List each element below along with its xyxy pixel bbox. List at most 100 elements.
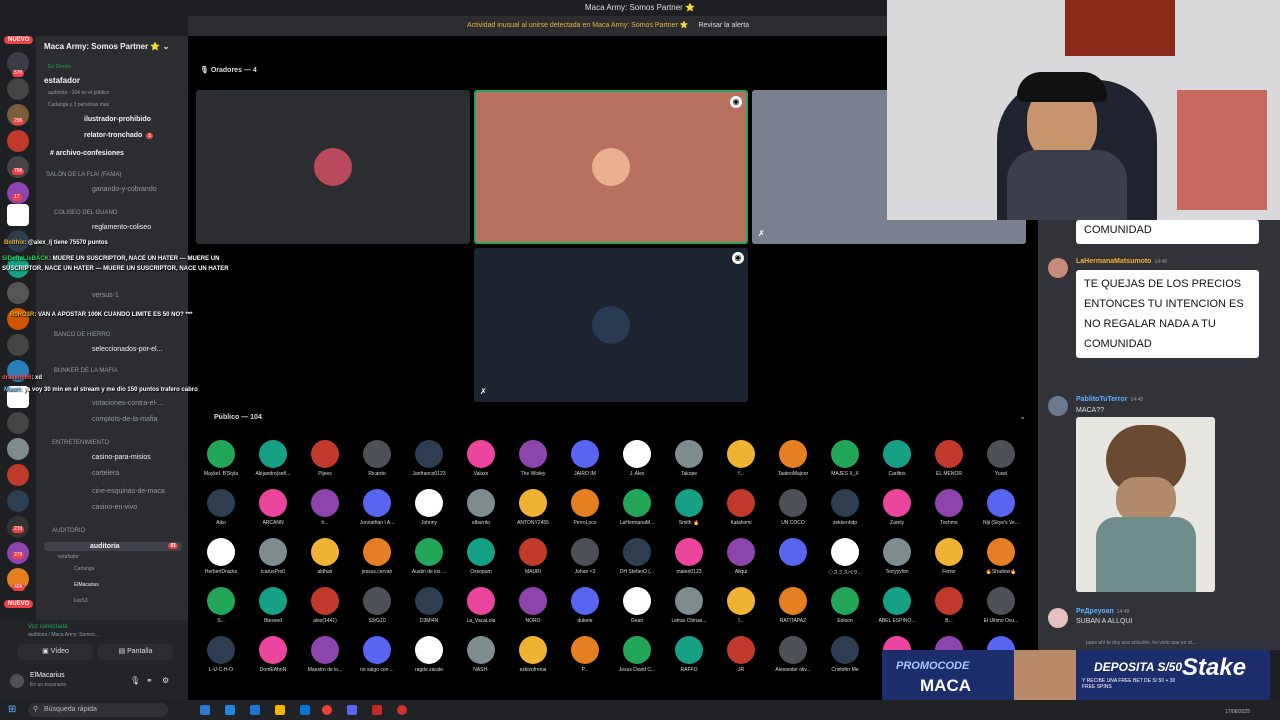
audience-member[interactable]: elburrito <box>455 489 507 526</box>
audience-member[interactable]: La_VacaLoia <box>455 587 507 624</box>
server-icon[interactable] <box>7 464 29 486</box>
channel-casino[interactable]: casino-para-misios <box>92 454 151 461</box>
audience-member[interactable]: Ferrer <box>923 538 975 575</box>
chat-username[interactable]: LaHermanaMatsumoto 14:48 <box>1076 258 1167 265</box>
audience-member[interactable]: Katahomi <box>715 489 767 526</box>
audience-member[interactable] <box>767 538 819 576</box>
audience-member[interactable]: mateo0123 <box>663 538 715 575</box>
audience-member[interactable]: Alejandro(señ... <box>247 440 299 477</box>
server-icon[interactable] <box>7 130 29 152</box>
audience-member[interactable]: Jesus David C... <box>611 636 663 673</box>
avatar[interactable] <box>10 674 24 688</box>
audience-member[interactable]: Terryyyhm <box>871 538 923 575</box>
audience-member[interactable]: RAFFO <box>663 636 715 673</box>
outlook-icon[interactable] <box>300 705 310 715</box>
audience-member[interactable]: ARCANN <box>247 489 299 526</box>
server-icon[interactable] <box>7 78 29 100</box>
audience-member[interactable]: Takope <box>663 440 715 477</box>
channel-cartelera[interactable]: cartelera <box>92 470 119 477</box>
audience-member[interactable]: Pijees <box>299 440 351 477</box>
category-auditorio[interactable]: AUDITORIO <box>52 528 85 534</box>
audience-member[interactable]: Carlitos <box>871 440 923 477</box>
avatar[interactable] <box>1048 258 1068 278</box>
audience-member[interactable]: DH StefanO (... <box>611 538 663 575</box>
chrome-icon[interactable] <box>322 705 332 715</box>
audience-member[interactable]: I... <box>715 587 767 624</box>
folder-icon[interactable] <box>275 705 285 715</box>
channel-votaciones[interactable]: votaciones-contra-el-... <box>92 400 163 407</box>
channel-auditoria[interactable]: auditoria 81 <box>44 542 182 551</box>
channel-complots[interactable]: complots-de-la-mafia <box>92 416 157 423</box>
audience-member[interactable]: ragde zarate <box>403 636 455 673</box>
audience-member[interactable]: alex(1441) <box>299 587 351 624</box>
voice-member[interactable]: ElMacarius <box>74 582 99 588</box>
audience-member[interactable]: Jonnathan I A... <box>351 489 403 526</box>
audience-member[interactable]: NASH- <box>455 636 507 673</box>
app-icon[interactable] <box>372 705 382 715</box>
audience-member[interactable]: PerroLoco <box>559 489 611 526</box>
audience-member[interactable]: J. Alex <box>611 440 663 477</box>
audience-member[interactable]: JAIRO IM <box>559 440 611 477</box>
audience-member[interactable]: S... <box>195 587 247 624</box>
search-input[interactable]: ⚲ Búsqueda rápida <box>28 703 168 717</box>
channel-casino-vivo[interactable]: casino-en-vivo <box>92 504 137 511</box>
voice-member[interactable]: Carlanga <box>74 566 94 572</box>
audience-member[interactable]: no salgo con ... <box>351 636 403 673</box>
audience-member[interactable]: Austin de los ... <box>403 538 455 575</box>
chat-image[interactable] <box>1076 417 1215 592</box>
audience-member[interactable]: ◇スミスペラ... <box>819 538 871 576</box>
audience-member[interactable]: LaHermanaM... <box>611 489 663 526</box>
audience-member[interactable]: dukete <box>559 587 611 624</box>
audience-member[interactable]: MAJES X_X <box>819 440 871 477</box>
audience-member[interactable]: DomEAhnN <box>247 636 299 673</box>
channel-ganando[interactable]: ganando-y-cobrando <box>92 186 157 193</box>
audience-member[interactable]: S3rG10 <box>351 587 403 624</box>
audience-member[interactable]: D3MI4N <box>403 587 455 624</box>
video-button[interactable]: ▣ Vídeo <box>18 644 93 660</box>
audience-member[interactable]: 🔥Shadow🔥 <box>975 538 1027 575</box>
audience-member[interactable]: P... <box>559 636 611 673</box>
edge-icon[interactable] <box>225 705 235 715</box>
audience-member[interactable]: Ricardo <box>351 440 403 477</box>
audience-member[interactable]: MAURI <box>507 538 559 575</box>
app-icon[interactable] <box>200 705 210 715</box>
server-icon[interactable] <box>7 490 29 512</box>
audience-member[interactable]: The Wisley <box>507 440 559 477</box>
chevron-down-icon[interactable]: ⌄ <box>1019 412 1026 421</box>
server-icon[interactable] <box>7 412 29 434</box>
audience-member[interactable]: f... <box>715 440 767 477</box>
audience-member[interactable]: L-U-C-H-O <box>195 636 247 673</box>
gear-icon[interactable]: ⚙ <box>162 676 169 685</box>
channel-cine[interactable]: cine-esquinas-de-maca <box>92 488 165 495</box>
audience-member[interactable]: Valuxx <box>455 440 507 477</box>
channel-versus[interactable]: versus-1 <box>92 292 119 299</box>
audience-member[interactable]: zekkenhdp <box>819 489 871 526</box>
audience-member[interactable]: HerbertDracks <box>195 538 247 575</box>
audience-member[interactable]: JR <box>715 636 767 673</box>
audience-member[interactable]: Ossopum <box>455 538 507 575</box>
audience-member[interactable]: Cristofer Me <box>819 636 871 673</box>
channel-seleccionados[interactable]: seleccionados-por-el... <box>92 346 162 353</box>
voice-member[interactable]: luisS3 <box>74 598 88 604</box>
audience-member[interactable]: UN COCO <box>767 489 819 526</box>
audience-member[interactable]: Blessed <box>247 587 299 624</box>
betway-server-icon[interactable] <box>7 204 29 226</box>
audience-member[interactable]: Niji (Skye's Ve... <box>975 489 1027 526</box>
audience-member[interactable]: ANTONY2455 <box>507 489 559 526</box>
audience-member[interactable]: Yusel <box>975 440 1027 477</box>
audience-member[interactable]: aldhair <box>299 538 351 575</box>
headphones-icon[interactable]: ⚭ <box>146 676 153 685</box>
channel-relator[interactable]: relator-tronchado 1 <box>84 132 154 139</box>
avatar[interactable] <box>1048 396 1068 416</box>
audience-member[interactable]: Tochme <box>923 489 975 526</box>
audience-member[interactable]: RATITAPAZ <box>767 587 819 624</box>
server-name[interactable]: Maca Army: Somos Partner ⭐ ⌄ <box>44 42 169 51</box>
stage-name[interactable]: estafador <box>44 76 80 85</box>
chat-reply-preview[interactable]: pues ahí te doy una solución, he visto q… <box>1086 640 1196 646</box>
server-icon[interactable] <box>7 334 29 356</box>
audience-member[interactable]: Alexander oliv... <box>767 636 819 673</box>
audience-member[interactable]: Allqui <box>715 538 767 575</box>
category-bunker[interactable]: BÚNKER DE LA MAFIA <box>54 368 118 374</box>
category-entretenimiento[interactable]: ENTRETENIMIENTO <box>52 440 109 446</box>
audience-member[interactable]: El Ultimo Ovu... <box>975 587 1027 624</box>
